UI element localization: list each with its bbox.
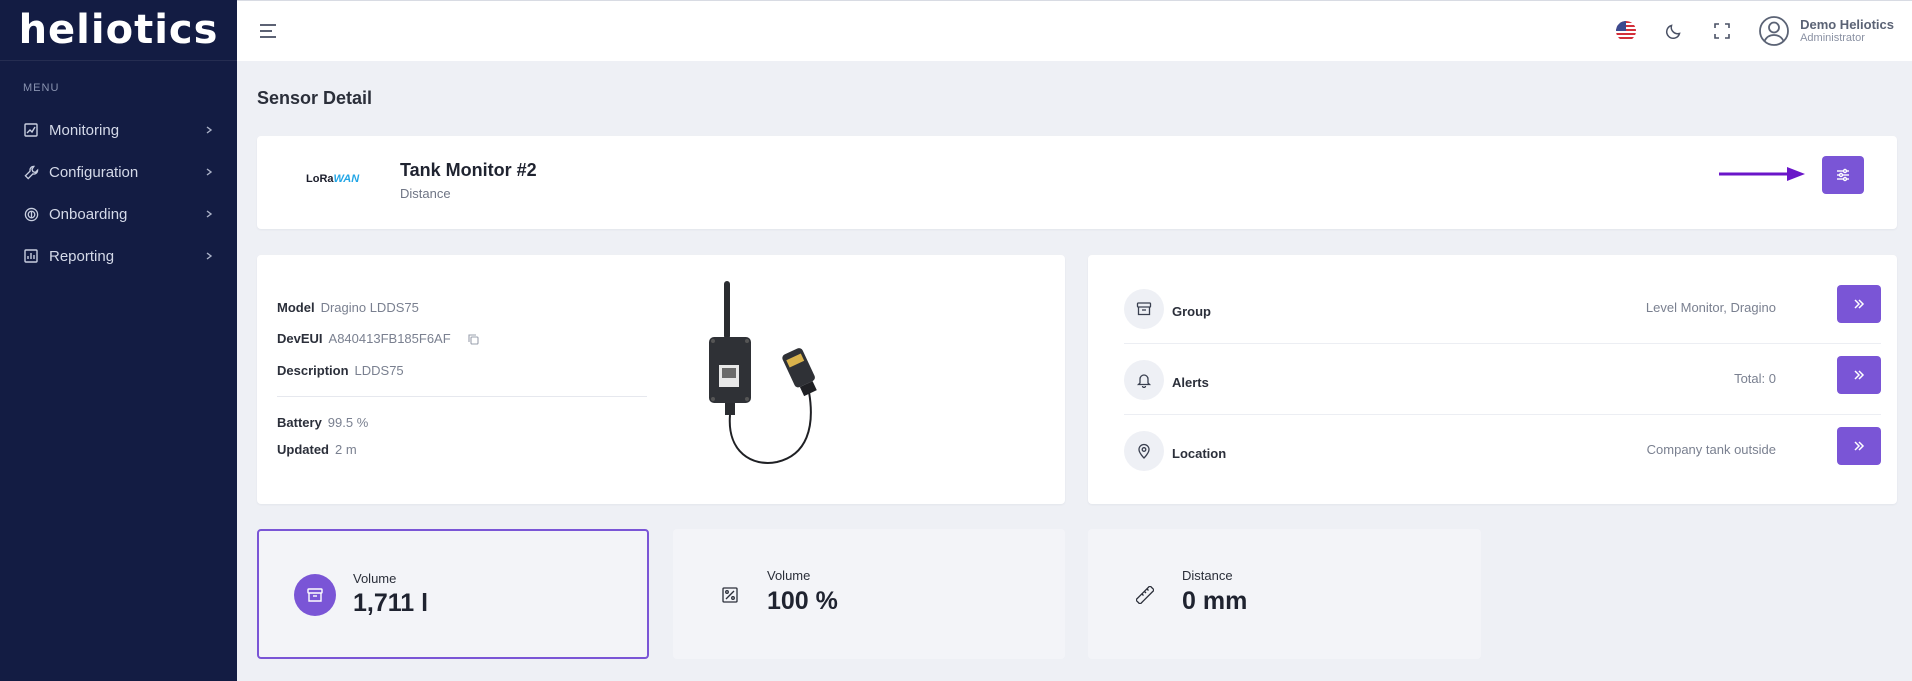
deveui-row: DevEUI A840413FB185F6AF <box>277 331 479 346</box>
menu-title: MENU <box>23 82 60 94</box>
sensor-settings-button[interactable] <box>1822 156 1864 194</box>
description-label: Description <box>277 363 349 378</box>
box-icon <box>294 574 336 616</box>
us-flag-icon[interactable] <box>1614 19 1638 43</box>
battery-value: 99.5 % <box>327 415 369 430</box>
updated-value: 2 m <box>335 442 357 457</box>
sidebar-item-onboarding[interactable]: Onboarding <box>0 193 237 235</box>
copy-icon[interactable] <box>468 334 479 345</box>
chevron-right-icon <box>206 126 213 134</box>
chevron-right-icon <box>206 168 213 176</box>
sidebar-item-configuration[interactable]: Configuration <box>0 151 237 193</box>
sidebar-item-label: Onboarding <box>49 205 128 223</box>
sidebar-item-label: Configuration <box>49 163 139 181</box>
user-menu[interactable]: Demo Heliotics Administrator <box>1758 15 1894 47</box>
sidebar: heliotics MENU Monitoring Configuration … <box>0 0 237 681</box>
alerts-value: Total: 0 <box>1734 371 1776 386</box>
percent-icon <box>720 585 740 605</box>
location-row: Location Company tank outside <box>1124 413 1881 483</box>
stat-card-distance[interactable]: Distance 0 mm <box>1088 529 1481 659</box>
chevron-right-icon <box>206 210 213 218</box>
stat-card-volume-liters[interactable]: Volume 1,711 l <box>257 529 649 659</box>
stat-label: Distance <box>1182 568 1233 583</box>
ruler-icon <box>1135 585 1155 605</box>
stat-value: 1,711 l <box>353 589 429 617</box>
stat-card-volume-percent[interactable]: Volume 100 % <box>673 529 1065 659</box>
bar-chart-icon <box>23 248 39 264</box>
double-chevron-right-icon <box>1854 370 1865 380</box>
group-value: Level Monitor, Dragino <box>1645 300 1776 315</box>
logo[interactable]: heliotics <box>0 0 237 61</box>
double-chevron-right-icon <box>1854 441 1865 451</box>
topbar: Demo Heliotics Administrator <box>237 0 1912 61</box>
hamburger-menu-icon[interactable] <box>258 21 278 41</box>
group-row: Group Level Monitor, Dragino <box>1124 271 1881 341</box>
onboarding-icon <box>23 206 39 222</box>
location-label: Location <box>1172 446 1227 461</box>
alerts-open-button[interactable] <box>1837 356 1881 394</box>
chart-line-icon <box>23 122 39 138</box>
stat-value: 100 % <box>767 587 838 615</box>
logo-text: heliotics <box>18 7 219 53</box>
sidebar-item-label: Reporting <box>49 247 115 265</box>
topbar-actions: Demo Heliotics Administrator <box>1614 1 1912 61</box>
battery-row: Battery 99.5 % <box>277 415 368 430</box>
sensor-info-card: Model Dragino LDDS75 DevEUI A840413FB185F6… <box>257 255 1065 504</box>
double-chevron-right-icon <box>1854 299 1865 309</box>
device-image <box>709 281 817 464</box>
moon-icon[interactable] <box>1662 19 1686 43</box>
sensor-header-card: LoRaWAN Tank Monitor #2 Distance <box>257 136 1897 229</box>
updated-row: Updated 2 m <box>277 442 357 457</box>
stat-label: Volume <box>767 568 811 583</box>
sensor-name: Tank Monitor #2 <box>400 160 537 180</box>
alerts-row: Alerts Total: 0 <box>1124 342 1881 412</box>
model-label: Model <box>277 300 315 315</box>
lorawan-logo-wan: WAN <box>333 173 360 185</box>
lorawan-logo-lora: LoRa <box>306 173 334 185</box>
user-role: Administrator <box>1800 32 1865 45</box>
page-title: Sensor Detail <box>257 88 373 108</box>
model-value: Dragino LDDS75 <box>320 300 419 315</box>
wrench-icon <box>23 164 39 180</box>
sidebar-item-label: Monitoring <box>49 121 120 139</box>
arrow-right-icon <box>1719 167 1805 181</box>
updated-label: Updated <box>277 442 329 457</box>
description-row: Description LDDS75 <box>277 363 404 378</box>
divider <box>277 396 647 397</box>
deveui-value: A840413FB185F6AF <box>328 331 451 346</box>
user-name: Demo Heliotics <box>1800 16 1894 32</box>
bell-icon <box>1124 360 1164 400</box>
lorawan-logo: LoRaWAN <box>306 173 359 185</box>
sliders-icon <box>1837 168 1849 182</box>
location-value: Company tank outside <box>1646 442 1776 457</box>
model-row: Model Dragino LDDS75 <box>277 300 419 315</box>
archive-icon <box>1124 289 1164 329</box>
stat-label: Volume <box>353 571 397 586</box>
group-open-button[interactable] <box>1837 285 1881 323</box>
description-value: LDDS75 <box>354 363 404 378</box>
chevron-right-icon <box>206 252 213 260</box>
sidebar-item-monitoring[interactable]: Monitoring <box>0 109 237 151</box>
alerts-label: Alerts <box>1172 375 1209 390</box>
fullscreen-icon[interactable] <box>1710 19 1734 43</box>
stat-value: 0 mm <box>1182 587 1248 615</box>
map-pin-icon <box>1124 431 1164 471</box>
group-label: Group <box>1172 304 1211 319</box>
battery-label: Battery <box>277 415 322 430</box>
location-open-button[interactable] <box>1837 427 1881 465</box>
sensor-details-card: Group Level Monitor, Dragino Alerts Tota… <box>1088 255 1897 504</box>
user-avatar-icon <box>1759 16 1789 46</box>
deveui-label: DevEUI <box>277 331 323 346</box>
sidebar-item-reporting[interactable]: Reporting <box>0 235 237 277</box>
sensor-type: Distance <box>400 186 451 201</box>
